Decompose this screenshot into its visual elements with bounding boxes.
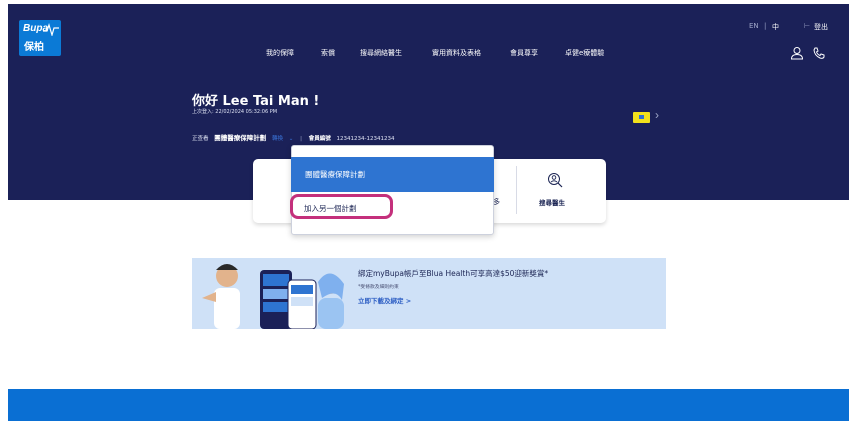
nav-claims[interactable]: 索償 <box>321 48 335 58</box>
lang-separator: | <box>764 22 767 30</box>
chevron-down-icon[interactable]: ⌄ <box>289 136 294 142</box>
switch-plan-link[interactable]: 轉換 <box>272 136 283 142</box>
greeting-heading: 你好 Lee Tai Man ! <box>192 94 320 109</box>
chevron-right-icon[interactable]: › <box>655 108 659 122</box>
lang-zh-link[interactable]: 中 <box>772 22 779 32</box>
heartbeat-icon <box>43 23 59 36</box>
nav-forms[interactable]: 實用資料及表格 <box>432 48 481 58</box>
find-doctor-label[interactable]: 搜尋醫生 <box>539 197 565 207</box>
dropdown-option-current-plan[interactable]: 團體醫療保障計劃 <box>291 157 494 192</box>
viewing-label: 正查看 <box>192 136 209 142</box>
panel-divider <box>516 166 517 214</box>
main-nav: 我的保障 索償 搜尋網絡醫生 實用資料及表格 會員尊享 卓健e療體驗 <box>8 48 849 62</box>
promo-banner[interactable]: 綁定myBupa帳戶至Blua Health可享高達$50迎新獎賞* *受條款及… <box>192 258 666 329</box>
promo-title: 綁定myBupa帳戶至Blua Health可享高達$50迎新獎賞* <box>358 269 549 278</box>
nav-find-doctor[interactable]: 搜尋網絡醫生 <box>360 48 402 58</box>
member-number-label: 會員編號 <box>308 136 331 142</box>
member-number-value: 12341234-12341234 <box>336 136 395 142</box>
member-card-icon[interactable] <box>633 112 650 123</box>
footer-bar <box>8 389 849 421</box>
promo-download-link[interactable]: 立即下載及綁定 > <box>358 295 411 305</box>
logout-link[interactable]: 登出 <box>814 22 828 32</box>
partially-hidden-label: 多 <box>493 198 500 206</box>
divider: | <box>300 136 302 142</box>
app-frame: Bupa 保柏 我的保障 索償 搜尋網絡醫生 實用資料及表格 會員尊享 卓健e療… <box>8 4 849 421</box>
dropdown-option-add-plan[interactable]: 加入另一個計劃 <box>290 194 393 219</box>
user-icon[interactable] <box>790 46 804 60</box>
promo-terms-note: *受條款及細則約束 <box>358 285 399 290</box>
last-login-text: 上次登入: 22/02/2024 05:32:06 PM <box>192 109 278 115</box>
nav-my-coverage[interactable]: 我的保障 <box>266 48 294 58</box>
nav-eclinic[interactable]: 卓健e療體驗 <box>565 48 604 58</box>
doctor-search-icon[interactable] <box>547 172 563 188</box>
nav-member-privileges[interactable]: 會員尊享 <box>510 48 538 58</box>
promo-illustration <box>202 264 344 329</box>
current-plan-name[interactable]: 團體醫療保障計劃 <box>214 134 266 142</box>
phone-icon[interactable] <box>812 46 826 60</box>
logout-icon[interactable]: ⊢ <box>804 22 810 30</box>
plan-selector-line: 正查看 團體醫療保障計劃 轉換 ⌄ | 會員編號 12341234-123412… <box>192 132 395 142</box>
lang-en-link[interactable]: EN <box>749 22 759 30</box>
